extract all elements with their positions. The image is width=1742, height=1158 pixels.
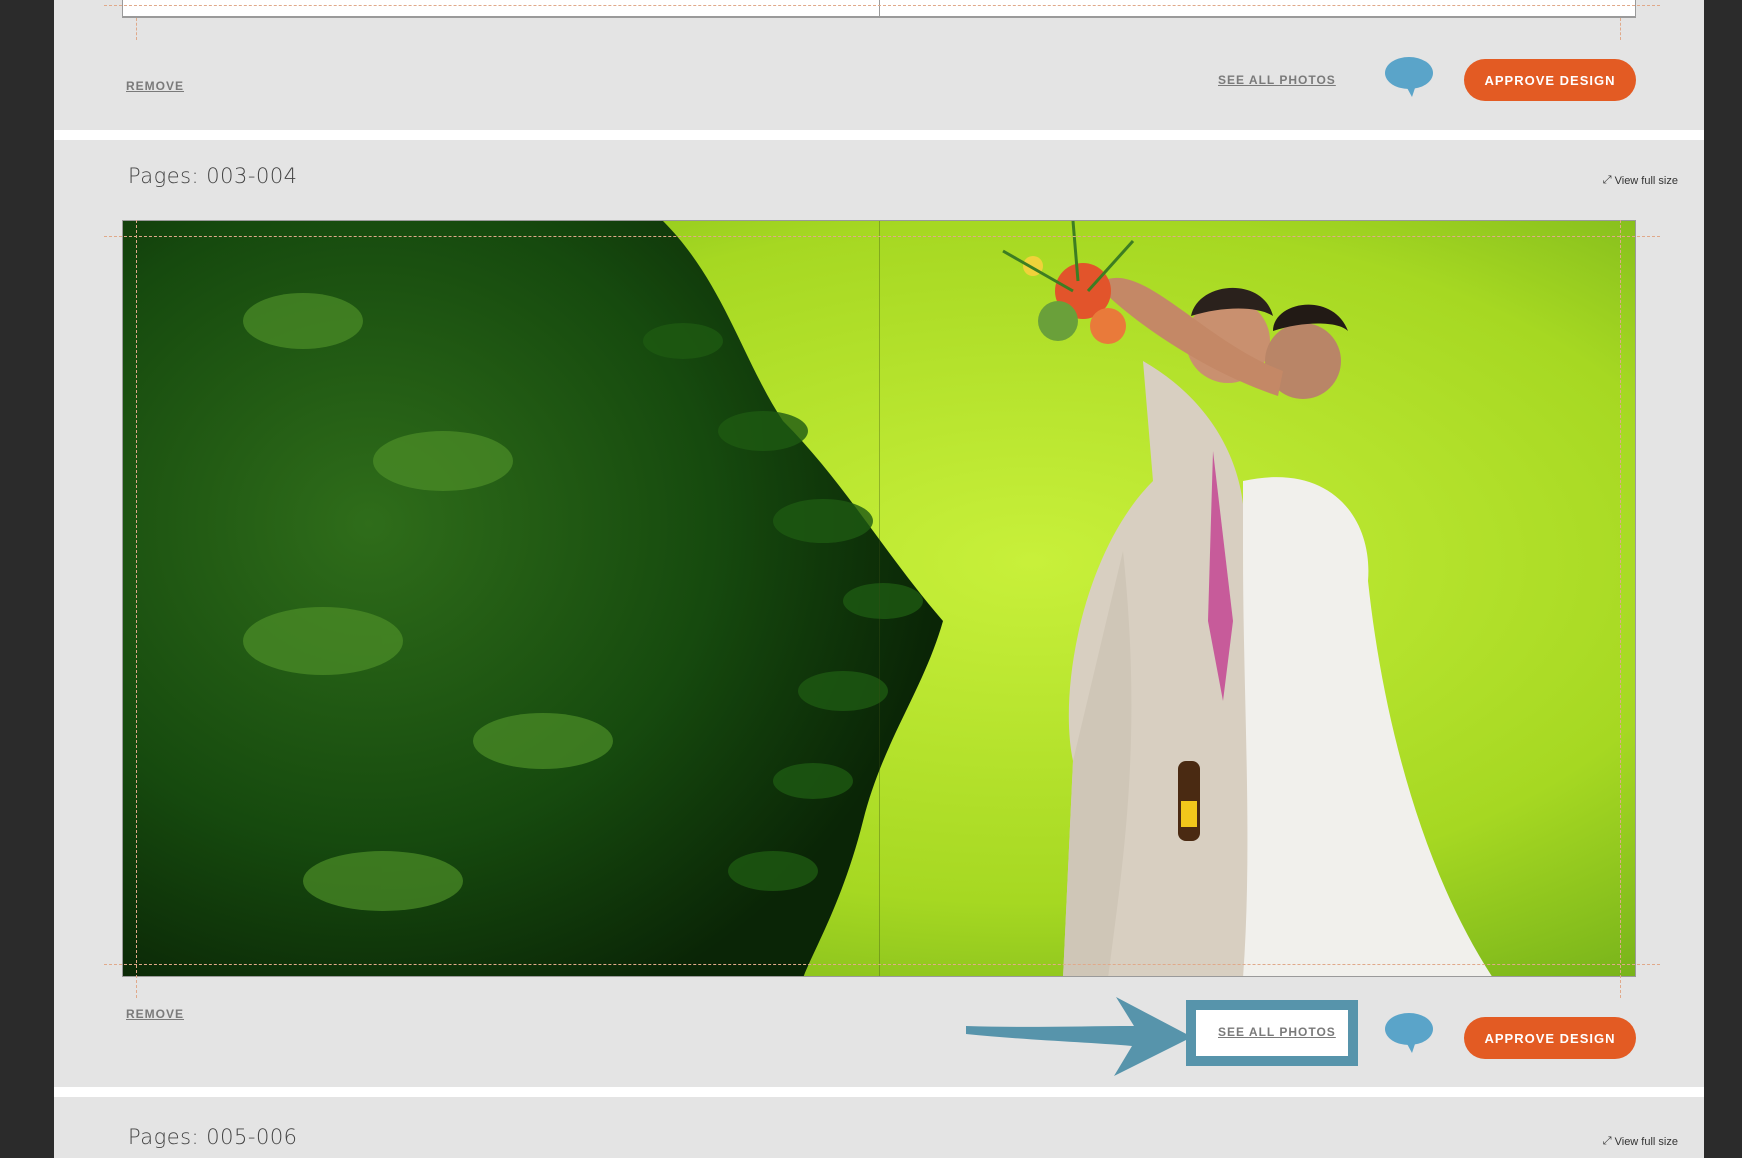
see-all-photos-link[interactable]: SEE ALL PHOTOS	[1218, 1025, 1336, 1039]
spread-frame-bottom	[122, 0, 1636, 18]
spread-image-003-004[interactable]	[122, 220, 1636, 977]
spread-section-005-006: Pages: 005-006 ⤢ View full size	[54, 1097, 1704, 1158]
speech-bubble-icon[interactable]	[1384, 1012, 1434, 1054]
remove-link[interactable]: REMOVE	[126, 1007, 184, 1021]
speech-bubble-icon[interactable]	[1384, 56, 1434, 98]
arrow-annotation-icon	[966, 997, 1192, 1076]
remove-link[interactable]: REMOVE	[126, 79, 184, 93]
expand-arrow-icon: ⤢	[1602, 174, 1612, 186]
album-proof-page: REMOVE SEE ALL PHOTOS APPROVE DESIGN Pag…	[54, 0, 1704, 1158]
view-full-size-link[interactable]: ⤢ View full size	[1603, 1135, 1678, 1148]
see-all-photos-link[interactable]: SEE ALL PHOTOS	[1218, 73, 1336, 87]
page-title: Pages: 005-006	[128, 1125, 298, 1149]
approve-design-button[interactable]: APPROVE DESIGN	[1464, 1017, 1636, 1059]
page-title: Pages: 003-004	[128, 164, 298, 188]
expand-arrow-icon: ⤢	[1602, 1135, 1612, 1147]
view-full-size-link[interactable]: ⤢ View full size	[1603, 174, 1678, 187]
approve-design-button[interactable]: APPROVE DESIGN	[1464, 59, 1636, 101]
spread-section-previous: REMOVE SEE ALL PHOTOS APPROVE DESIGN	[54, 0, 1704, 130]
spread-section-003-004: Pages: 003-004 ⤢ View full size REMOVE A…	[54, 140, 1704, 1087]
